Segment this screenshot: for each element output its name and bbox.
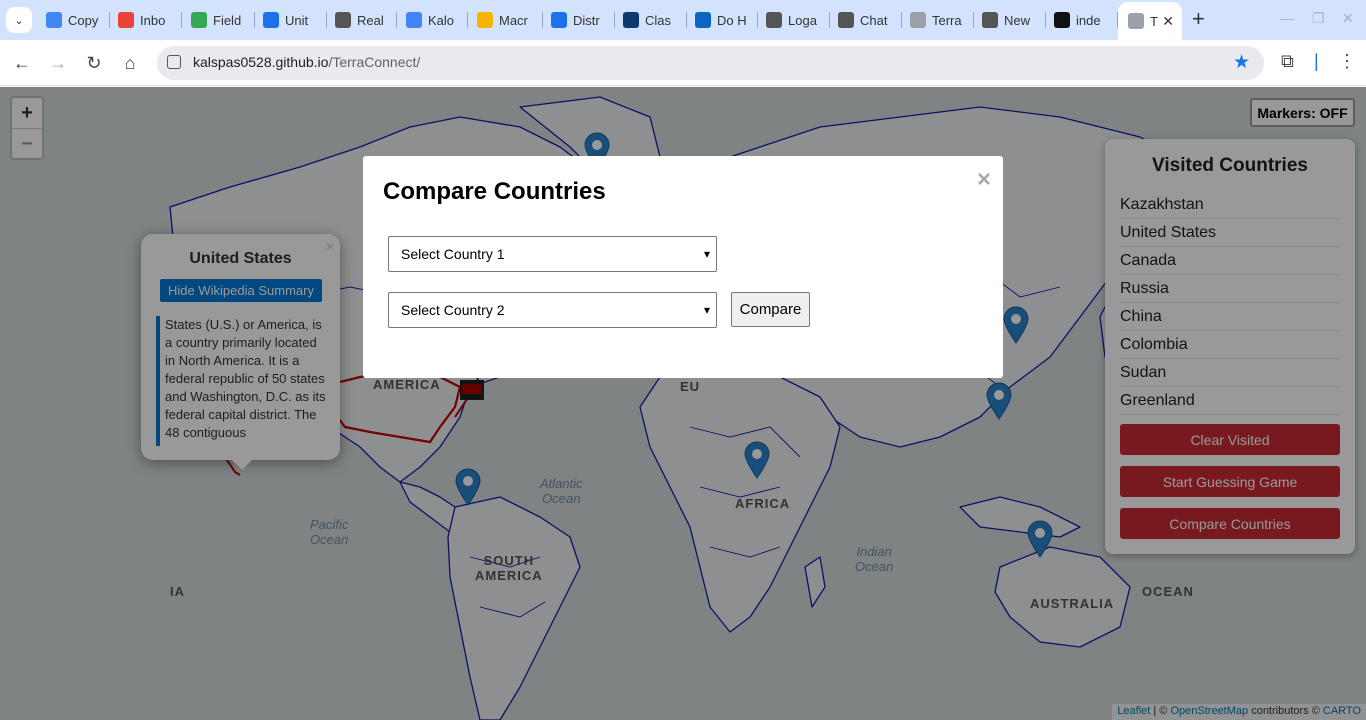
tab-separator xyxy=(396,12,397,28)
p-icon xyxy=(695,12,711,28)
browser-tab[interactable]: Do H xyxy=(689,7,758,33)
browser-tab[interactable]: Copy xyxy=(40,7,110,33)
site-info-icon[interactable] xyxy=(167,55,181,69)
bookmark-star-icon[interactable]: ★ xyxy=(1233,51,1250,74)
back-icon[interactable]: ← xyxy=(10,51,34,75)
chevron-down-icon: ⌄ xyxy=(14,14,24,27)
tab-separator xyxy=(181,12,182,28)
tab-separator xyxy=(542,12,543,28)
tab-title: Kalo xyxy=(428,12,455,28)
browser-tab[interactable]: Real xyxy=(329,7,397,33)
browser-tab[interactable]: Macr xyxy=(471,7,543,33)
modal-close-icon[interactable]: × xyxy=(977,166,991,194)
tab-title: T xyxy=(1150,13,1158,29)
browser-tab[interactable]: T ✕ xyxy=(1118,2,1182,40)
tab-separator xyxy=(326,12,327,28)
browser-tab[interactable]: Terra xyxy=(904,7,974,33)
compare-button[interactable]: Compare xyxy=(731,292,810,327)
classroom-icon xyxy=(263,12,279,28)
browser-toolbar: ← → ↻ ⌂ kalspas0528.github.io/TerraConne… xyxy=(0,40,1366,86)
browser-tab[interactable]: Kalo xyxy=(400,7,468,33)
tab-title: Terra xyxy=(932,12,962,28)
github-icon xyxy=(1054,12,1070,28)
menu-kebab-icon[interactable]: ⋮ xyxy=(1338,51,1356,72)
browser-tab[interactable]: inde xyxy=(1048,7,1118,33)
gmail-icon xyxy=(118,12,134,28)
reload-icon[interactable]: ↻ xyxy=(82,51,106,75)
tab-separator xyxy=(109,12,110,28)
docs-icon xyxy=(46,12,62,28)
tab-title: Macr xyxy=(499,12,528,28)
browser-tab[interactable]: Chat xyxy=(832,7,902,33)
tab-separator xyxy=(973,12,974,28)
extensions-icon[interactable]: ⧉ xyxy=(1281,51,1294,72)
slides-icon xyxy=(477,12,493,28)
maximize-icon[interactable]: ❐ xyxy=(1312,10,1325,27)
sis-icon xyxy=(623,12,639,28)
browser-tab[interactable]: Field xyxy=(185,7,255,33)
tab-title: Real xyxy=(357,12,384,28)
tab-title: New xyxy=(1004,12,1031,28)
tab-separator xyxy=(254,12,255,28)
country1-select-value: Select Country 1 xyxy=(401,246,505,262)
country2-select[interactable]: Select Country 2 ▾ xyxy=(388,292,717,328)
tab-title: Do H xyxy=(717,12,747,28)
tab-strip: ⌄ Copy Inbo Field Unit Real Kalo Macr Distr Clas… xyxy=(0,0,1366,40)
globe-icon xyxy=(910,12,926,28)
tab-title: Copy xyxy=(68,12,99,28)
address-bar[interactable]: kalspas0528.github.io/TerraConnect/ ★ xyxy=(157,46,1264,80)
compare-modal: Compare Countries × Select Country 1 ▾ S… xyxy=(363,156,1003,378)
tab-title: Unit xyxy=(285,12,309,28)
browser-tab[interactable]: Loga xyxy=(760,7,830,33)
chatgpt-icon xyxy=(982,12,998,28)
close-window-icon[interactable]: ✕ xyxy=(1342,10,1354,27)
new-tab-button[interactable]: + xyxy=(1192,8,1205,30)
tab-separator xyxy=(829,12,830,28)
tab-separator xyxy=(901,12,902,28)
browser-tab[interactable]: Inbo xyxy=(112,7,182,33)
globe-icon xyxy=(1128,13,1144,29)
tab-search-button[interactable]: ⌄ xyxy=(6,7,32,33)
browser-tab[interactable]: Unit xyxy=(257,7,327,33)
tab-title: Field xyxy=(213,12,242,28)
minimize-icon[interactable]: — xyxy=(1280,10,1294,26)
home-icon[interactable]: ⌂ xyxy=(118,51,142,75)
chevron-down-icon: ▾ xyxy=(703,247,710,261)
country2-select-value: Select Country 2 xyxy=(401,302,505,318)
chevron-down-icon: ▾ xyxy=(703,303,710,317)
browser-tab[interactable]: Distr xyxy=(545,7,615,33)
cloud-icon xyxy=(551,12,567,28)
tab-separator xyxy=(686,12,687,28)
chatgpt-icon xyxy=(766,12,782,28)
field-icon xyxy=(191,12,207,28)
profile-divider: | xyxy=(1314,51,1319,71)
tab-title: Distr xyxy=(573,12,600,28)
chatgpt-icon xyxy=(335,12,351,28)
chatgpt-icon xyxy=(838,12,854,28)
tab-title: Clas xyxy=(645,12,672,28)
tab-separator xyxy=(614,12,615,28)
url-text: kalspas0528.github.io/TerraConnect/ xyxy=(193,54,421,70)
browser-tab[interactable]: Clas xyxy=(617,7,687,33)
tab-separator xyxy=(467,12,468,28)
country1-select[interactable]: Select Country 1 ▾ xyxy=(388,236,717,272)
tab-title: Inbo xyxy=(140,12,166,28)
tab-separator xyxy=(757,12,758,28)
forward-icon[interactable]: → xyxy=(46,51,70,75)
tab-title: inde xyxy=(1076,12,1101,28)
tab-title: Chat xyxy=(860,12,888,28)
tab-title: Loga xyxy=(788,12,817,28)
close-tab-icon[interactable]: ✕ xyxy=(1162,13,1174,30)
modal-title: Compare Countries xyxy=(383,178,606,205)
browser-tab[interactable]: New xyxy=(976,7,1046,33)
tab-separator xyxy=(1045,12,1046,28)
docs-icon xyxy=(406,12,422,28)
